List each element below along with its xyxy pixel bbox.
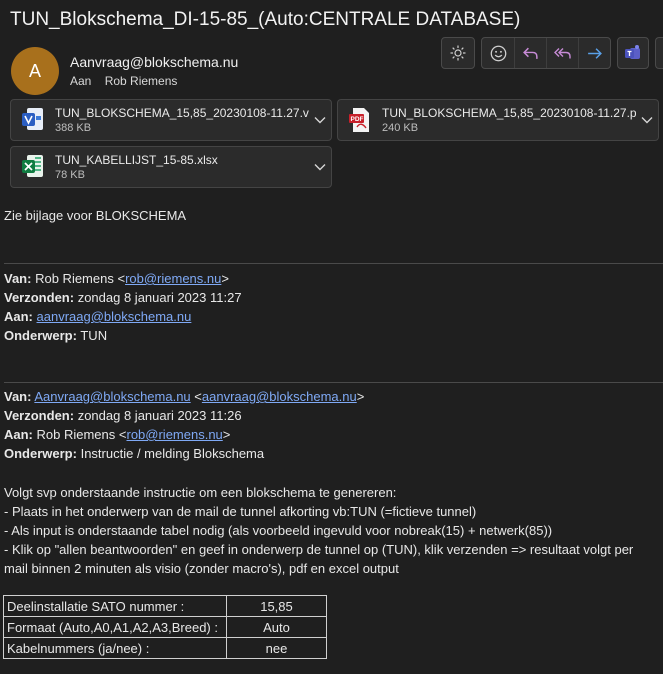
email-subject: TUN_Blokschema_DI-15-85_(Auto:CENTRALE D… xyxy=(10,9,521,30)
divider xyxy=(4,382,663,383)
value: TUN xyxy=(80,328,108,343)
table-row: Deelinstallatie SATO nummer : 15,85 xyxy=(3,595,327,617)
label: Onderwerp: xyxy=(4,328,77,343)
instruction-line: mail binnen 2 minuten als visio (zonder … xyxy=(4,561,399,576)
value: > xyxy=(222,427,231,442)
value: < xyxy=(190,389,202,404)
attachment-size: 240 KB xyxy=(382,122,419,134)
attachment-menu-button[interactable] xyxy=(309,163,331,171)
email-link[interactable]: rob@riemens.nu xyxy=(125,271,221,286)
sun-icon xyxy=(442,38,474,68)
instruction-line: Volgt svp onderstaande instructie om een… xyxy=(4,485,397,500)
intro-text: Zie bijlage voor BLOKSCHEMA xyxy=(4,208,187,223)
email-link[interactable]: aanvraag@blokschema.nu xyxy=(37,309,192,324)
attachment-menu-button[interactable] xyxy=(636,116,658,124)
table-cell-label: Deelinstallatie SATO nummer : xyxy=(3,595,227,617)
label: Van: xyxy=(4,271,32,286)
forward-button[interactable] xyxy=(578,38,610,68)
value: > xyxy=(221,271,229,286)
chevron-down-icon xyxy=(314,164,326,171)
sender-email[interactable]: Aanvraag@blokschema.nu xyxy=(70,54,238,70)
value: > xyxy=(356,389,365,404)
fwd1-to: Aan: aanvraag@blokschema.nu xyxy=(4,307,191,327)
table-row: Kabelnummers (ja/nee) : nee xyxy=(3,637,327,659)
table-cell-label: Formaat (Auto,A0,A1,A2,A3,Breed) : xyxy=(3,616,227,638)
label: Verzonden: xyxy=(4,290,75,305)
chevron-down-icon xyxy=(314,117,326,124)
reply-all-button[interactable] xyxy=(546,38,578,68)
fwd2-sent: Verzonden: zondag 8 januari 2023 11:26 xyxy=(4,406,242,426)
label: Verzonden: xyxy=(4,408,75,423)
emoji-button[interactable] xyxy=(482,38,514,68)
fwd2-subject: Onderwerp: Instructie / melding Bloksche… xyxy=(4,444,264,464)
reply-icon xyxy=(523,47,538,59)
table-cell-label: Kabelnummers (ja/nee) : xyxy=(3,637,227,659)
instruction-line: - Plaats in het onderwerp van de mail de… xyxy=(4,504,477,519)
input-table: Deelinstallatie SATO nummer : 15,85 Form… xyxy=(3,595,327,659)
chevron-down-icon xyxy=(641,117,653,124)
avatar[interactable]: A xyxy=(11,47,59,95)
svg-text:PDF: PDF xyxy=(351,116,364,123)
value: Rob Riemens < xyxy=(36,427,127,442)
table-row: Formaat (Auto,A0,A1,A2,A3,Breed) : Auto xyxy=(3,616,327,638)
excel-file-icon xyxy=(22,155,43,177)
attachment-name: TUN_KABELLIJST_15-85.xlsx xyxy=(55,153,218,167)
recipient-name[interactable]: Rob Riemens xyxy=(105,74,178,88)
table-cell-value: nee xyxy=(226,637,327,659)
table-cell-value: 15,85 xyxy=(226,595,327,617)
table-cell-value: Auto xyxy=(226,616,327,638)
to-label: Aan xyxy=(70,74,92,88)
attachment-name: TUN_BLOKSCHEMA_15,85_20230108-11.27.vsdx xyxy=(55,106,309,120)
pdf-file-icon: PDF xyxy=(349,108,369,132)
label: Van: xyxy=(4,389,32,404)
instruction-line: - Als input is onderstaande tabel nodig … xyxy=(4,523,553,538)
smiley-icon xyxy=(490,45,506,61)
attachment-size: 388 KB xyxy=(55,122,92,134)
visio-file-icon xyxy=(22,108,43,130)
divider xyxy=(4,263,663,264)
value: Rob Riemens < xyxy=(35,271,126,286)
attachment-vsdx[interactable]: TUN_BLOKSCHEMA_15,85_20230108-11.27.vsdx… xyxy=(10,99,332,141)
recipient-line: Aan Rob Riemens xyxy=(70,74,177,88)
fwd1-subject: Onderwerp: TUN xyxy=(4,326,107,346)
label: Aan: xyxy=(4,427,33,442)
instruction-line: - Klik op "allen beantwoorden" en geef i… xyxy=(4,542,634,557)
forward-arrow-icon xyxy=(588,47,602,59)
attachment-menu-button[interactable] xyxy=(309,116,331,124)
value: zondag 8 januari 2023 11:27 xyxy=(77,290,242,305)
attachment-pdf[interactable]: PDF TUN_BLOKSCHEMA_15,85_20230108-11.27.… xyxy=(337,99,659,141)
attachment-size: 78 KB xyxy=(55,169,85,181)
fwd2-to: Aan: Rob Riemens <rob@riemens.nu> xyxy=(4,425,230,445)
value: Instructie / melding Blokschema xyxy=(80,446,265,461)
email-link[interactable]: Aanvraag@blokschema.nu xyxy=(34,389,190,404)
teams-button[interactable] xyxy=(617,37,649,69)
reply-button[interactable] xyxy=(514,38,546,68)
fwd1-from: Van: Rob Riemens <rob@riemens.nu> xyxy=(4,269,229,289)
value: zondag 8 januari 2023 11:26 xyxy=(77,408,242,423)
reply-all-icon xyxy=(553,47,571,58)
reply-group xyxy=(481,37,611,69)
theme-button[interactable] xyxy=(441,37,475,69)
label: Onderwerp: xyxy=(4,446,77,461)
fwd2-from: Van: Aanvraag@blokschema.nu <aanvraag@bl… xyxy=(4,387,364,407)
email-link[interactable]: rob@riemens.nu xyxy=(126,427,222,442)
email-link[interactable]: aanvraag@blokschema.nu xyxy=(202,389,357,404)
avatar-initial: A xyxy=(28,60,41,81)
attachment-name: TUN_BLOKSCHEMA_15,85_20230108-11.27.pdf xyxy=(382,106,636,120)
attachment-xlsx[interactable]: TUN_KABELLIJST_15-85.xlsx 78 KB xyxy=(10,146,332,188)
label: Aan: xyxy=(4,309,33,324)
more-actions-button[interactable] xyxy=(655,37,663,69)
fwd1-sent: Verzonden: zondag 8 januari 2023 11:27 xyxy=(4,288,242,308)
teams-icon xyxy=(625,45,640,59)
message-actions xyxy=(441,37,663,69)
